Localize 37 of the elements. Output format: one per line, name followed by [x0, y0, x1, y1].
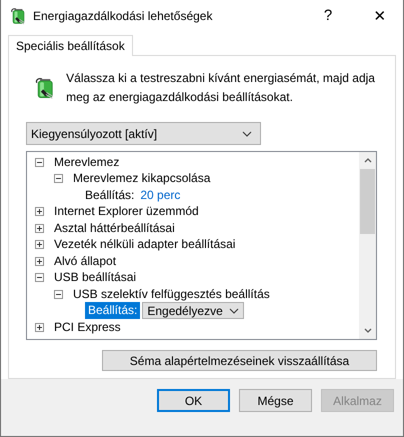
tree-item[interactable]: Asztal háttérbeállításai — [54, 220, 175, 236]
tree-item[interactable]: Merevlemez kikapcsolása — [73, 171, 210, 186]
scroll-down-icon[interactable] — [364, 328, 372, 333]
dialog-button[interactable]: OK — [157, 389, 230, 412]
expand-icon[interactable] — [35, 322, 44, 332]
expand-icon[interactable] — [35, 207, 44, 216]
collapse-icon[interactable] — [35, 158, 44, 167]
tab[interactable]: Speciális beállítások — [8, 35, 133, 56]
plan-dropdown[interactable]: Kiegyensúlyozott [aktív] — [26, 122, 261, 145]
scroll-up-icon[interactable] — [364, 158, 372, 163]
setting-label[interactable]: Beállítás: — [85, 186, 138, 204]
tree-item[interactable]: Internet Explorer üzemmód — [54, 204, 199, 220]
expand-icon[interactable] — [35, 256, 44, 266]
power-options-icon — [9, 6, 27, 24]
setting-label[interactable]: Beállítás: — [85, 302, 140, 320]
setting-dropdown[interactable]: Engedélyezve — [142, 302, 244, 320]
caret-icon — [242, 130, 252, 136]
caret-icon — [228, 308, 239, 314]
tree-item[interactable]: USB beállításai — [54, 270, 136, 286]
description: Válassza ki a testreszabni kívánt energiasémát, majd adja meg az energiagazdálkodási beállításokat. — [66, 70, 376, 106]
reset-defaults-button[interactable]: Séma alapértelmezéseinek visszaállítása — [102, 350, 377, 371]
close-button[interactable]: ✕ — [357, 0, 403, 31]
tree-item[interactable]: Vezeték nélküli adapter beállításai — [54, 237, 236, 252]
setting-link[interactable]: 20 perc — [140, 188, 180, 203]
tree-item[interactable]: Merevlemez — [54, 154, 120, 170]
tree-item[interactable]: Alvó állapot — [54, 254, 116, 269]
dialog-button[interactable]: Mégse — [239, 389, 312, 412]
collapse-icon[interactable] — [35, 273, 44, 282]
collapse-icon[interactable] — [54, 174, 63, 184]
help-button[interactable]: ? — [305, 0, 351, 31]
tree-item[interactable]: PCI Express — [54, 320, 121, 335]
expand-icon[interactable] — [35, 224, 44, 233]
window-title: Energiagazdálkodási lehetőségek — [33, 8, 214, 22]
scrollbar[interactable] — [359, 152, 376, 339]
expand-icon[interactable] — [35, 240, 44, 250]
collapse-icon[interactable] — [54, 290, 63, 299]
tree-item[interactable]: USB szelektív felfüggesztés beállítás — [73, 286, 270, 302]
